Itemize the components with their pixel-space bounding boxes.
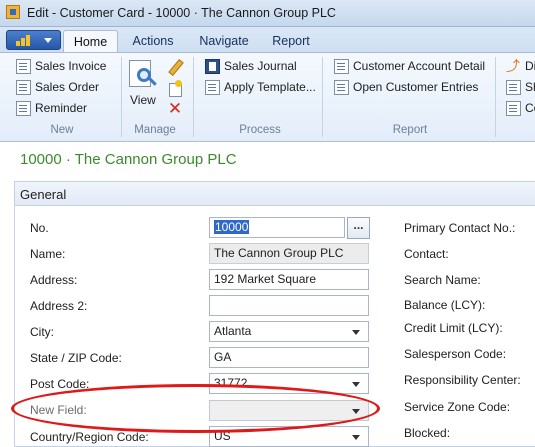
view-button-label[interactable]: View: [130, 93, 156, 107]
tab-navigate[interactable]: Navigate: [190, 30, 258, 52]
contact-label: Contact:: [404, 247, 449, 261]
document-icon: [16, 80, 31, 95]
overflow-command-2[interactable]: Sh: [506, 78, 535, 97]
new-field-dropdown[interactable]: [209, 400, 369, 421]
no-label: No.: [30, 221, 49, 235]
overflow-label-2: Sh: [525, 80, 535, 94]
sales-invoice-label: Sales Invoice: [35, 59, 107, 73]
template-icon: [205, 80, 220, 95]
no-field[interactable]: 10000: [209, 217, 345, 238]
assist-edit-button[interactable]: ...: [347, 217, 370, 239]
tab-actions[interactable]: Actions: [124, 30, 182, 52]
journal-icon: [205, 59, 220, 74]
open-customer-entries-button[interactable]: Open Customer Entries: [334, 78, 478, 97]
state-zip-field[interactable]: GA: [209, 347, 369, 368]
salesperson-code-label: Salesperson Code:: [404, 347, 507, 361]
country-region-field[interactable]: US: [209, 426, 369, 447]
report-icon: [334, 59, 349, 74]
overflow-icon: [506, 80, 521, 95]
fasttab-header[interactable]: [15, 182, 535, 206]
overflow-command-1[interactable]: ⤴ Di: [506, 57, 535, 76]
sales-journal-button[interactable]: Sales Journal: [205, 57, 297, 76]
tab-home[interactable]: Home: [63, 30, 118, 52]
group-label-process: Process: [239, 124, 281, 136]
delete-icon[interactable]: ✕: [167, 100, 183, 117]
primary-contact-no-label: Primary Contact No.:: [404, 221, 516, 235]
group-label-new: New: [50, 124, 74, 136]
sales-order-button[interactable]: Sales Order: [16, 78, 99, 97]
report-icon: [334, 80, 349, 95]
overflow-icon: ⤴: [506, 58, 520, 74]
reminder-button[interactable]: Reminder: [16, 99, 87, 118]
group-label-report: Report: [392, 124, 428, 136]
reminder-label: Reminder: [35, 101, 88, 115]
view-icon[interactable]: [129, 60, 157, 90]
chevron-down-icon: [44, 38, 52, 43]
no-field-value: 10000: [214, 220, 250, 234]
name-label: Name:: [30, 247, 66, 261]
document-icon: [16, 101, 31, 116]
new-record-icon[interactable]: [167, 80, 183, 97]
page-title: 10000 · The Cannon Group PLC: [20, 151, 237, 168]
tab-report[interactable]: Report: [264, 30, 318, 52]
name-field[interactable]: The Cannon Group PLC: [209, 243, 369, 264]
app-icon: [6, 5, 20, 19]
apply-template-button[interactable]: Apply Template...: [205, 78, 316, 97]
overflow-label-1: Di: [525, 59, 535, 73]
post-code-field[interactable]: 31772: [209, 373, 369, 394]
credit-limit-lcy-label: Credit Limit (LCY):: [404, 321, 503, 335]
address-field[interactable]: 192 Market Square: [209, 269, 369, 290]
ribbon-divider: [121, 57, 122, 137]
ribbon-divider: [193, 57, 194, 137]
country-region-label: Country/Region Code:: [30, 430, 149, 444]
sales-order-label: Sales Order: [35, 80, 100, 94]
fasttab-title: General: [20, 187, 67, 202]
sales-invoice-button[interactable]: Sales Invoice: [16, 57, 106, 76]
balance-lcy-label: Balance (LCY):: [404, 298, 486, 312]
overflow-icon: [506, 101, 521, 116]
ribbon-divider: [322, 57, 323, 137]
search-name-label: Search Name:: [404, 273, 481, 287]
application-menu-button[interactable]: [6, 30, 61, 50]
state-zip-label: State / ZIP Code:: [30, 351, 122, 365]
responsibility-center-label: Responsibility Center:: [404, 373, 521, 387]
edit-pencil-icon[interactable]: [167, 59, 183, 75]
open-customer-entries-label: Open Customer Entries: [353, 80, 479, 94]
address-2-field[interactable]: [209, 295, 369, 316]
window-title: Edit - Customer Card - 10000 · The Canno…: [27, 6, 336, 20]
post-code-label: Post Code:: [30, 377, 90, 391]
overflow-label-3: Co: [525, 101, 535, 115]
apply-template-label: Apply Template...: [224, 80, 316, 94]
customer-account-detail-button[interactable]: Customer Account Detail: [334, 57, 485, 76]
group-label-manage: Manage: [134, 124, 176, 136]
sales-journal-label: Sales Journal: [224, 59, 297, 73]
address-label: Address:: [30, 273, 78, 287]
customer-account-detail-label: Customer Account Detail: [353, 59, 486, 73]
blocked-label: Blocked:: [404, 426, 451, 440]
ribbon-divider: [495, 57, 496, 137]
address-2-label: Address 2:: [30, 299, 88, 313]
dynamics-logo-icon: [16, 35, 30, 46]
city-field[interactable]: Atlanta: [209, 321, 369, 342]
city-label: City:: [30, 325, 54, 339]
service-zone-code-label: Service Zone Code:: [404, 400, 511, 414]
overflow-command-3[interactable]: Co: [506, 99, 535, 118]
document-icon: [16, 59, 31, 74]
new-field-label: New Field:: [30, 403, 87, 417]
